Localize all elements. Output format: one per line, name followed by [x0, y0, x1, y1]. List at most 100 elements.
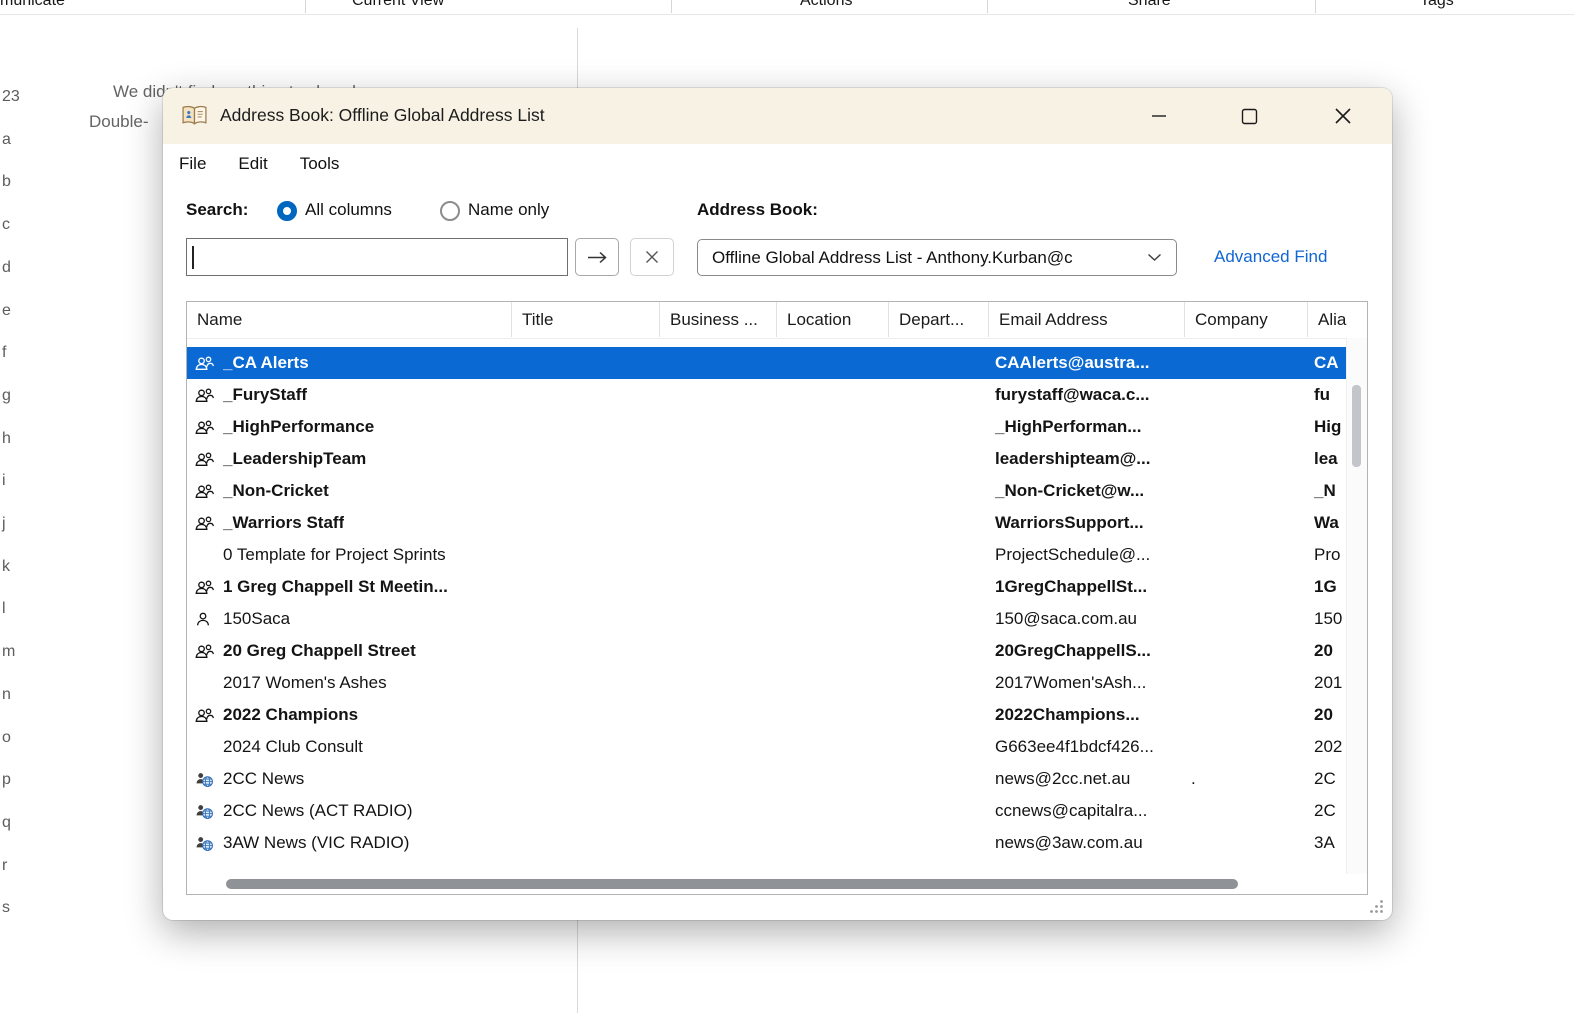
- ribbon-group-label: Tags: [1420, 0, 1454, 9]
- go-button[interactable]: [575, 238, 619, 276]
- internet-contact-icon: [195, 771, 214, 788]
- clear-search-button[interactable]: [630, 238, 674, 276]
- dialog-titlebar[interactable]: Address Book: Offline Global Address Lis…: [163, 88, 1392, 144]
- table-row[interactable]: _Warriors Staff WarriorsSupport... Wa: [187, 507, 1347, 539]
- nav-letter[interactable]: q: [2, 814, 11, 832]
- table-row[interactable]: 2022 Champions 2022Champions... 20: [187, 699, 1347, 731]
- ribbon-separator: [987, 0, 988, 13]
- maximize-button[interactable]: [1221, 88, 1277, 144]
- nav-letter[interactable]: j: [2, 515, 6, 533]
- nav-letter[interactable]: g: [2, 387, 11, 405]
- table-row[interactable]: _HighPerformance _HighPerforman... Hig: [187, 411, 1347, 443]
- column-header-company[interactable]: Company: [1185, 302, 1308, 337]
- table-header: Name Title Business ... Location Depart.…: [187, 302, 1347, 339]
- nav-letter[interactable]: h: [2, 430, 11, 448]
- search-input[interactable]: [186, 238, 568, 276]
- contact-name: _Non-Cricket: [223, 481, 329, 500]
- table-row[interactable]: 2024 Club Consult G663ee4f1bdcf426... 20…: [187, 731, 1347, 763]
- nav-letter[interactable]: f: [2, 344, 6, 362]
- contact-email: 150@saca.com.au: [995, 609, 1138, 628]
- radio-name-only[interactable]: [440, 201, 460, 221]
- radio-name-only-label[interactable]: Name only: [468, 200, 549, 220]
- contact-email: ccnews@capitalra...: [995, 801, 1148, 820]
- table-row[interactable]: 2017 Women's Ashes 2017Women'sAsh... 201: [187, 667, 1347, 699]
- group-icon: [195, 643, 214, 659]
- nav-letter[interactable]: 23: [2, 88, 20, 106]
- contact-alias: 201: [1314, 673, 1343, 692]
- horizontal-scrollbar-thumb[interactable]: [226, 879, 1238, 889]
- vertical-scrollbar[interactable]: [1346, 338, 1367, 874]
- vertical-scrollbar-thumb[interactable]: [1352, 385, 1361, 467]
- table-row[interactable]: _LeadershipTeam leadershipteam@... lea: [187, 443, 1347, 475]
- contact-email: 20GregChappellS...: [995, 641, 1151, 660]
- close-icon: [645, 250, 659, 264]
- column-header-department[interactable]: Depart...: [889, 302, 989, 337]
- ribbon-group-label: Current View: [352, 0, 445, 9]
- contact-name: _CA Alerts: [223, 353, 309, 372]
- contact-email: 2022Champions...: [995, 705, 1140, 724]
- table-row[interactable]: 150Saca 150@saca.com.au 150: [187, 603, 1347, 635]
- nav-letter[interactable]: p: [2, 771, 11, 789]
- menu-file[interactable]: File: [179, 154, 206, 174]
- contact-alias: 20: [1314, 641, 1333, 660]
- table-row[interactable]: 0 Template for Project Sprints ProjectSc…: [187, 539, 1347, 571]
- nav-letter[interactable]: i: [2, 472, 6, 490]
- nav-letter[interactable]: m: [2, 643, 15, 661]
- chevron-down-icon: [1147, 253, 1162, 262]
- nav-letter[interactable]: o: [2, 729, 11, 747]
- table-row[interactable]: _FuryStaff furystaff@waca.c... fu: [187, 379, 1347, 411]
- contact-alias: fu: [1314, 385, 1331, 404]
- contact-alias: 202: [1314, 737, 1343, 756]
- group-icon: [195, 707, 214, 723]
- minimize-button[interactable]: [1131, 88, 1187, 144]
- close-button[interactable]: [1315, 88, 1371, 144]
- address-book-label: Address Book:: [697, 200, 818, 219]
- nav-letter[interactable]: n: [2, 686, 11, 704]
- group-icon: [195, 355, 214, 371]
- contact-name: 2024 Club Consult: [223, 737, 363, 756]
- nav-letter[interactable]: k: [2, 558, 10, 576]
- column-header-name[interactable]: Name: [187, 302, 512, 337]
- table-row[interactable]: 3AW News (VIC RADIO) news@3aw.com.au 3A: [187, 827, 1347, 859]
- radio-all-columns[interactable]: [277, 201, 297, 221]
- table-row[interactable]: 2CC News (ACT RADIO) ccnews@capitalra...…: [187, 795, 1347, 827]
- table-row[interactable]: 2CC News news@2cc.net.au . 2C: [187, 763, 1347, 795]
- contact-alias: 150: [1314, 609, 1343, 628]
- ribbon-separator: [305, 0, 306, 13]
- contact-alias: 3A: [1314, 833, 1335, 852]
- advanced-find-link[interactable]: Advanced Find: [1214, 247, 1327, 267]
- ribbon-separator: [671, 0, 672, 13]
- resize-grip[interactable]: [1367, 897, 1385, 915]
- nav-letter[interactable]: e: [2, 302, 11, 320]
- table-row[interactable]: 1 Greg Chappell St Meetin... 1GregChappe…: [187, 571, 1347, 603]
- nav-letter[interactable]: r: [2, 857, 7, 875]
- column-header-location[interactable]: Location: [777, 302, 889, 337]
- column-header-business-phone[interactable]: Business ...: [660, 302, 777, 337]
- column-header-email-address[interactable]: Email Address: [989, 302, 1185, 337]
- nav-letter[interactable]: d: [2, 259, 11, 277]
- ribbon-group-label: Share: [1128, 0, 1171, 9]
- nav-letter[interactable]: c: [2, 216, 10, 234]
- table-row[interactable]: 20 Greg Chappell Street 20GregChappellS.…: [187, 635, 1347, 667]
- radio-all-columns-label[interactable]: All columns: [305, 200, 392, 220]
- group-icon: [195, 451, 214, 467]
- search-input-field[interactable]: [187, 239, 567, 275]
- nav-letter[interactable]: l: [2, 600, 6, 618]
- contact-alias: 2C: [1314, 801, 1336, 820]
- column-header-title[interactable]: Title: [512, 302, 660, 337]
- nav-letter[interactable]: b: [2, 173, 11, 191]
- column-header-alias[interactable]: Alias: [1308, 302, 1347, 337]
- menu-edit[interactable]: Edit: [238, 154, 267, 174]
- nav-letter[interactable]: a: [2, 131, 11, 149]
- address-book-icon: [181, 105, 208, 126]
- contact-name: 3AW News (VIC RADIO): [223, 833, 410, 852]
- table-row[interactable]: _CA Alerts CAAlerts@austra... CA: [187, 347, 1347, 379]
- menu-tools[interactable]: Tools: [300, 154, 340, 174]
- table-row[interactable]: _Non-Cricket _Non-Cricket@w... _N: [187, 475, 1347, 507]
- contact-email: furystaff@waca.c...: [995, 385, 1150, 404]
- group-icon: [195, 579, 214, 595]
- nav-letter[interactable]: s: [2, 899, 10, 917]
- address-book-dropdown[interactable]: Offline Global Address List - Anthony.Ku…: [697, 239, 1177, 276]
- horizontal-scrollbar[interactable]: [187, 874, 1347, 894]
- contact-name: _LeadershipTeam: [223, 449, 367, 468]
